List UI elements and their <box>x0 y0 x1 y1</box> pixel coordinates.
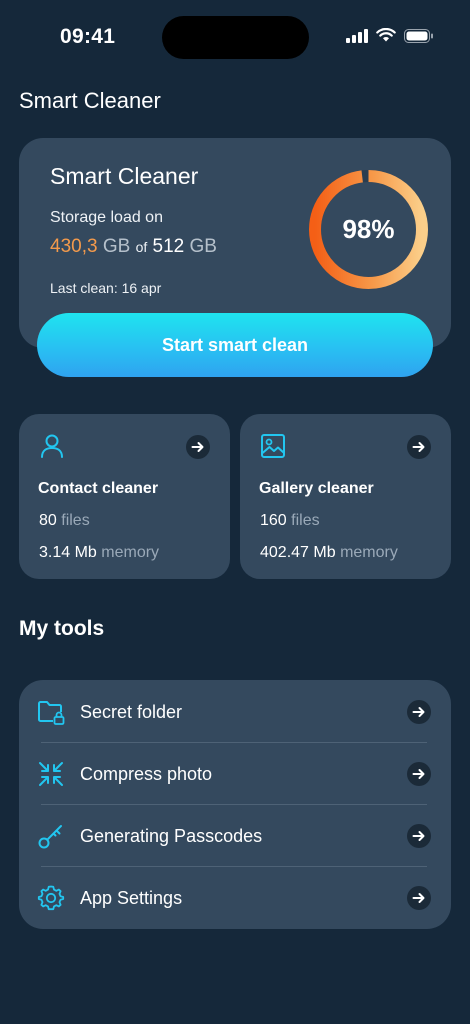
storage-used-value: 430,3 <box>50 236 98 257</box>
arrow-right-icon <box>407 762 431 786</box>
tool-label: App Settings <box>80 888 183 908</box>
contact-memory-row: 3.14 Mb memory <box>39 544 159 562</box>
tool-generating-passcodes[interactable]: Generating Passcodes <box>19 804 451 866</box>
arrow-right-icon <box>186 435 210 459</box>
contact-memory-label: memory <box>101 544 160 561</box>
tool-secret-folder[interactable]: Secret folder <box>19 680 451 742</box>
arrow-right-icon <box>407 435 431 459</box>
gallery-files-label: files <box>291 512 320 529</box>
gallery-cleaner-title: Gallery cleaner <box>259 480 374 497</box>
arrow-right-icon <box>407 700 431 724</box>
compress-icon <box>39 762 63 786</box>
battery-icon <box>404 28 433 43</box>
status-icons <box>346 28 434 43</box>
key-icon <box>38 825 62 849</box>
gallery-files-row: 160 files <box>260 512 320 530</box>
tool-label: Compress photo <box>80 764 213 784</box>
arrow-right-icon <box>407 824 431 848</box>
gallery-memory-label: memory <box>340 544 398 561</box>
locked-folder-icon <box>38 701 65 725</box>
storage-card-title: Smart Cleaner <box>50 163 199 189</box>
app-title: Smart Cleaner <box>19 88 161 113</box>
gallery-cleaner-card[interactable]: Gallery cleaner 160 files 402.47 Mb memo… <box>240 414 451 579</box>
tool-app-settings[interactable]: App Settings <box>19 866 451 928</box>
gallery-memory-row: 402.47 Mb memory <box>260 544 398 562</box>
gallery-memory-size: 402.47 Mb <box>260 544 336 561</box>
gallery-icon <box>261 434 285 458</box>
storage-total-unit: GB <box>189 236 217 257</box>
my-tools-heading: My tools <box>19 617 105 640</box>
dynamic-island <box>162 16 309 59</box>
contact-memory-size: 3.14 Mb <box>39 544 97 561</box>
tools-list: Secret folder Compress photo Generating … <box>19 680 451 929</box>
contact-cleaner-card[interactable]: Contact cleaner 80 files 3.14 Mb memory <box>19 414 230 579</box>
status-time: 09:41 <box>60 25 116 48</box>
contact-files-label: files <box>61 512 90 529</box>
gear-icon <box>37 885 65 911</box>
contact-files-count: 80 <box>39 512 57 529</box>
contact-files-row: 80 files <box>39 512 90 530</box>
tool-compress-photo[interactable]: Compress photo <box>19 742 451 804</box>
tool-label: Secret folder <box>80 702 183 722</box>
storage-used-unit: GB <box>102 236 131 257</box>
cellular-signal-icon <box>346 28 368 43</box>
storage-amount: 430,3 GB of 512 GB <box>50 236 217 258</box>
contact-icon <box>41 434 63 458</box>
start-smart-clean-button[interactable]: Start smart clean <box>37 313 433 377</box>
screen: 09:41 Smart Cleaner Smart Cleaner Storag… <box>0 0 470 1024</box>
arrow-right-icon <box>407 886 431 910</box>
storage-subtitle: Storage load on <box>50 209 163 226</box>
contact-cleaner-title: Contact cleaner <box>38 480 159 497</box>
storage-percent: 98% <box>342 214 395 244</box>
storage-of-label: of <box>135 239 148 255</box>
last-clean-date: Last clean: 16 apr <box>50 280 162 296</box>
tool-label: Generating Passcodes <box>80 826 263 846</box>
gallery-files-count: 160 <box>260 512 287 529</box>
wifi-icon <box>376 28 396 42</box>
storage-total-value: 512 <box>152 236 185 257</box>
status-bar: 09:41 <box>0 0 470 76</box>
